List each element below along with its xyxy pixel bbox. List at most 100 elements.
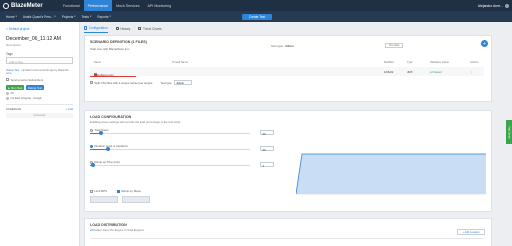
scenario-definition-card: SCENARIO DEFINITION (1 FILES) + Start te… <box>84 35 492 102</box>
chevron-down-icon: ▾ <box>89 15 92 18</box>
chevron-down-icon: ▾ <box>74 15 76 18</box>
limit-rps-input[interactable] <box>90 196 118 203</box>
duration-text: Duration (min) or Iterations <box>94 144 128 148</box>
configuration-icon <box>84 26 88 30</box>
run-test-button[interactable]: ► Run Test <box>6 84 24 91</box>
help-center-tab[interactable]: Help Center <box>506 120 512 144</box>
total-users-toggle[interactable] <box>90 128 93 132</box>
location-name: US East (Virginia) - Google <box>10 97 42 101</box>
tab-history[interactable]: History <box>115 26 130 33</box>
sub-nav-home[interactable]: Home ▾ <box>6 15 17 19</box>
col-actions: Actions <box>470 61 479 64</box>
plus-icon: + <box>483 40 486 47</box>
slider-fill <box>90 149 108 150</box>
ramp-up-input[interactable]: 1 <box>260 162 274 168</box>
location-icon <box>6 97 9 101</box>
user-menu[interactable]: Alejandro Arne... <box>478 0 509 11</box>
add-schedule-button[interactable]: + Add <box>66 107 73 111</box>
users-stat: 20 <box>6 92 73 96</box>
total-users-input[interactable]: 20 <box>260 130 274 136</box>
location-stat: US East (Virginia) - Google <box>6 97 73 101</box>
tab-configuration-label: Configuration <box>88 26 108 30</box>
engine-test-type: Test type JMeter <box>161 80 192 85</box>
avatar <box>505 3 509 8</box>
tags-input[interactable]: Add a Tag... <box>6 57 73 64</box>
sub-nav-workspace-label: Analiz Quant's Pers... <box>22 14 54 19</box>
split-csv-label: Split CSV files with a unique subset per… <box>94 80 153 85</box>
split-csv-row: Split CSV files with a unique subset per… <box>90 80 192 85</box>
scenario-start-line[interactable]: Start test with BlazeMeter.jmx <box>90 47 130 51</box>
ramp-steps-input[interactable] <box>122 196 150 203</box>
action-buttons: ► Run Test Debug Test <box>6 84 73 91</box>
split-csv-checkbox[interactable] <box>90 81 93 84</box>
nav-mock-services[interactable]: Mock Services <box>112 0 143 11</box>
col-modified: Modified <box>384 61 394 64</box>
sub-nav-workspace[interactable]: Analiz Quant's Pers... ▾ <box>23 15 56 19</box>
duration-label[interactable]: Duration (min) or Iterations <box>90 144 340 148</box>
test-type-value: JMeter <box>284 43 294 48</box>
scenario-title: SCENARIO DEFINITION (1 FILES) <box>90 40 147 44</box>
slider-handle[interactable] <box>91 163 96 168</box>
checkbox-icon <box>116 189 120 193</box>
engine-test-type-select[interactable]: JMeter <box>173 80 192 85</box>
validation-status: ● Passed <box>430 70 442 74</box>
col-type: Type <box>407 61 413 64</box>
users-icon <box>6 92 9 96</box>
duration-input[interactable]: 20 <box>260 146 274 152</box>
main-nav: Functional Performance Mock Services API… <box>59 0 175 11</box>
duration-slider-row: Duration (min) or Iterations 20 <box>90 144 340 152</box>
test-name[interactable]: December_06_11:12 AM <box>6 36 73 42</box>
test-update-note: JMeter Test · Updated a few seconds ago … <box>6 69 73 76</box>
create-test-button[interactable]: Create Test <box>242 13 272 20</box>
schedule-header: SCHEDULE + Add <box>6 104 73 111</box>
add-location-button[interactable]: + Add Location <box>457 229 485 235</box>
table-row[interactable]: BlazeDemo.jmx 12/6/22 JMX ● Passed ⋮ <box>90 67 484 77</box>
description-label[interactable]: Description <box>6 43 73 47</box>
ramp-steps-label: Ramp up Steps <box>121 189 141 193</box>
users-count: 20 <box>10 92 14 96</box>
nav-api-monitoring[interactable]: API Monitoring <box>144 0 176 11</box>
limit-rps-checkbox[interactable]: Limit RPS <box>90 189 107 193</box>
slider-handle[interactable] <box>99 131 104 136</box>
sub-nav-tests[interactable]: Tests ▾ <box>82 15 92 19</box>
brand-icon <box>3 2 9 9</box>
tab-trend-charts[interactable]: Trend Charts <box>138 26 161 33</box>
sub-nav-projects-label: Projects <box>61 14 74 19</box>
email-subscribers-checkbox[interactable]: Send email to Subscribers <box>6 78 73 82</box>
sub-nav-home-label: Home <box>6 14 15 19</box>
more-actions-icon[interactable]: ⋮ <box>470 70 473 74</box>
disabled-inputs <box>90 196 154 203</box>
slider-handle[interactable] <box>105 147 110 152</box>
load-configuration-card: LOAD CONFIGURATION Enabling these settin… <box>84 110 492 212</box>
chevron-down-icon: ▾ <box>15 15 17 18</box>
chevron-down-icon: ▾ <box>54 15 56 18</box>
col-validation-status: Validation status <box>430 61 449 64</box>
load-options-row: Limit RPS Ramp up Steps <box>90 189 151 193</box>
sub-nav-reports-label: Reports <box>97 14 109 19</box>
add-file-button[interactable]: + <box>481 40 488 47</box>
ramp-steps-checkbox[interactable]: Ramp up Steps <box>116 189 141 193</box>
file-type: JMX <box>407 70 413 74</box>
top-bar: BlazeMeter Functional Performance Mock S… <box>0 0 512 11</box>
checkbox-icon <box>90 189 93 193</box>
total-users-label[interactable]: Total Users <box>90 128 340 132</box>
total-users-slider[interactable] <box>90 131 250 136</box>
sub-nav-projects[interactable]: Projects ▾ <box>62 15 76 19</box>
tab-configuration[interactable]: Configuration <box>84 26 108 33</box>
ramp-up-slider[interactable] <box>90 163 250 168</box>
duration-slider[interactable] <box>90 147 250 152</box>
load-preview-chart <box>296 153 486 195</box>
history-icon <box>115 26 119 31</box>
back-to-project-link[interactable]: < Default project <box>6 27 73 31</box>
file-modified: 12/6/22 <box>384 70 394 74</box>
debug-test-button[interactable]: Debug Test <box>26 84 44 91</box>
test-type-label: Test type: <box>271 43 284 48</box>
test-data-button[interactable]: Test data <box>385 43 403 48</box>
nav-performance[interactable]: Performance <box>83 0 113 11</box>
brand-logo[interactable]: BlazeMeter <box>3 2 59 9</box>
duration-radio[interactable] <box>90 144 93 148</box>
schedule-label: SCHEDULE <box>6 107 22 112</box>
sub-nav-reports[interactable]: Reports ▾ <box>97 15 110 19</box>
total-users-slider-row: Total Users 20 <box>90 128 340 136</box>
nav-functional[interactable]: Functional <box>59 0 84 11</box>
